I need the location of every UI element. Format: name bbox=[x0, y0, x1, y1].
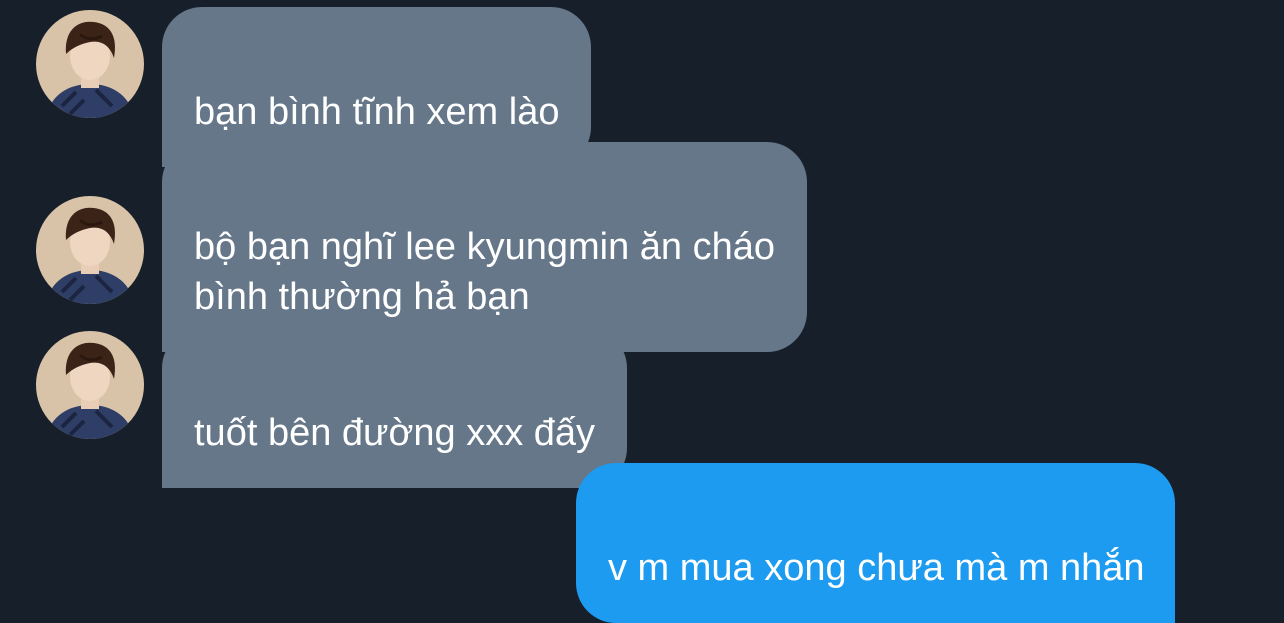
message-text: v m mua xong chưa mà m nhắn bbox=[608, 547, 1145, 589]
outgoing-message-bubble[interactable]: v m mua xong chưa mà m nhắn bbox=[576, 463, 1175, 623]
chat-thread: bạn bình tĩnh xem lào bộ bạn nghĩ lee ky… bbox=[0, 0, 1284, 623]
contact-avatar-icon[interactable] bbox=[36, 331, 144, 439]
message-text: bộ bạn nghĩ lee kyungmin ăn cháo bình th… bbox=[194, 226, 775, 318]
message-text: bạn bình tĩnh xem lào bbox=[194, 91, 560, 133]
incoming-message-bubble[interactable]: bộ bạn nghĩ lee kyungmin ăn cháo bình th… bbox=[162, 142, 807, 352]
incoming-message-bubble[interactable]: tuốt bên đường xxx đấy bbox=[162, 328, 628, 488]
message-text: tuốt bên đường xxx đấy bbox=[194, 412, 596, 454]
contact-avatar-icon[interactable] bbox=[36, 196, 144, 304]
contact-avatar-icon[interactable] bbox=[36, 10, 144, 118]
